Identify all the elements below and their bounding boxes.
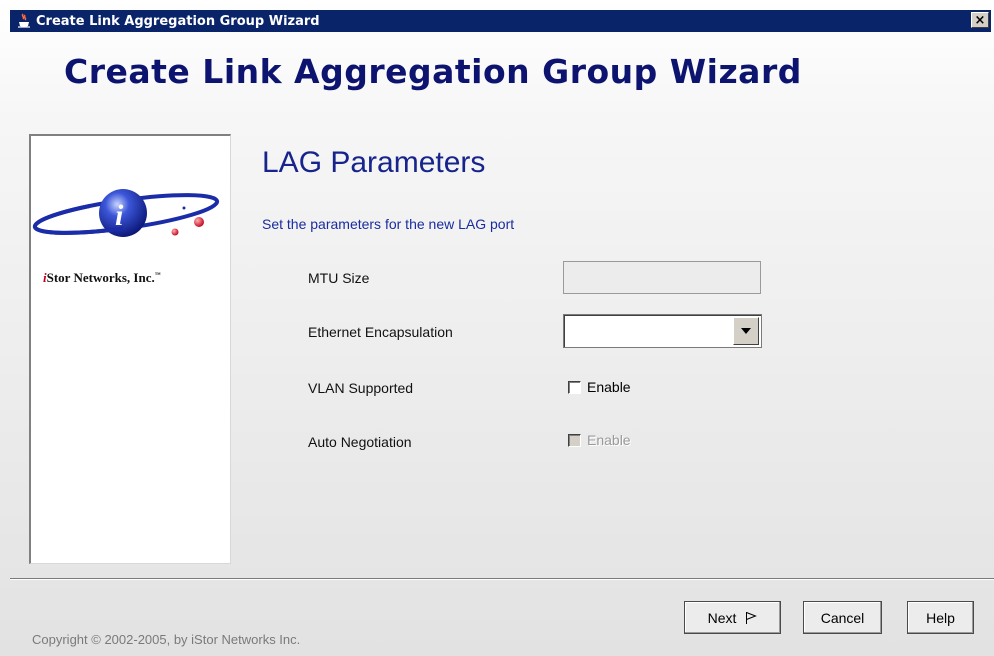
svg-text:i: i (115, 199, 124, 232)
cancel-button[interactable]: Cancel (803, 601, 882, 634)
wizard-heading: Create Link Aggregation Group Wizard (64, 52, 802, 91)
vlan-supported-label: VLAN Supported (308, 380, 414, 396)
help-button[interactable]: Help (907, 601, 974, 634)
next-button-label: Next (707, 609, 737, 626)
wizard-window: Create Link Aggregation Group Wizard × C… (0, 0, 994, 656)
dropdown-button[interactable] (733, 317, 759, 345)
triangle-down-icon (741, 328, 751, 334)
copyright-text: Copyright © 2002-2005, by iStor Networks… (32, 632, 301, 647)
trademark: ™ (154, 272, 161, 279)
vlan-enable-option[interactable]: Enable (568, 379, 631, 395)
company-name: iStor Networks, Inc.™ (43, 270, 161, 286)
java-cup-icon (16, 13, 32, 29)
ethernet-encapsulation-select[interactable] (563, 314, 762, 348)
window-title: Create Link Aggregation Group Wizard (36, 13, 320, 29)
vlan-enable-checkbox[interactable] (568, 380, 581, 394)
close-button[interactable]: × (971, 12, 989, 28)
title-bar[interactable]: Create Link Aggregation Group Wizard × (10, 10, 991, 32)
step-title: LAG Parameters (262, 146, 486, 179)
mtu-size-label: MTU Size (308, 270, 370, 286)
auto-negotiation-enable-checkbox (568, 433, 581, 447)
mtu-size-input[interactable] (563, 261, 761, 294)
footer-separator (10, 578, 994, 580)
flag-icon (745, 611, 758, 625)
auto-negotiation-enable-label: Enable (587, 432, 631, 448)
ethernet-encapsulation-label: Ethernet Encapsulation (308, 324, 453, 340)
step-description: Set the parameters for the new LAG port (262, 216, 515, 232)
istor-logo: i (32, 189, 220, 237)
vlan-enable-label[interactable]: Enable (587, 379, 631, 395)
auto-negotiation-enable-option: Enable (568, 432, 631, 448)
company-name-text: Stor Networks, Inc. (46, 270, 155, 285)
next-button[interactable]: Next (684, 601, 781, 634)
logo-panel: i iStor Networks, Inc.™ (29, 134, 231, 564)
auto-negotiation-label: Auto Negotiation (308, 434, 412, 450)
